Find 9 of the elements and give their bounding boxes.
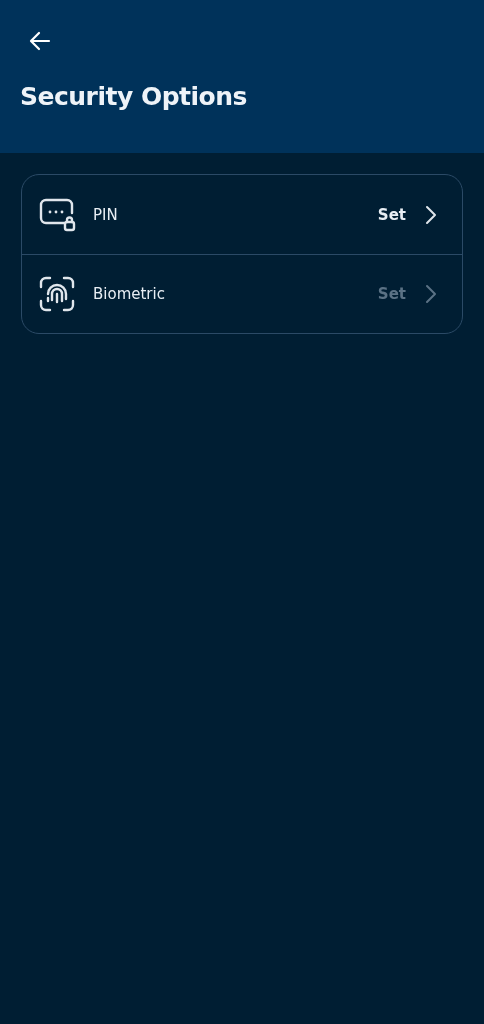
set-label: Set — [377, 285, 406, 303]
chevron-icon — [424, 203, 438, 226]
chevron-icon — [424, 283, 438, 305]
set-label: Set — [377, 205, 406, 224]
page-title: Security Options — [20, 82, 248, 111]
option-row[interactable]: PIN Set — [22, 175, 462, 254]
option-label: PIN — [93, 205, 119, 224]
option-label: Biometric — [93, 285, 166, 303]
fingerprint-icon — [38, 275, 76, 313]
